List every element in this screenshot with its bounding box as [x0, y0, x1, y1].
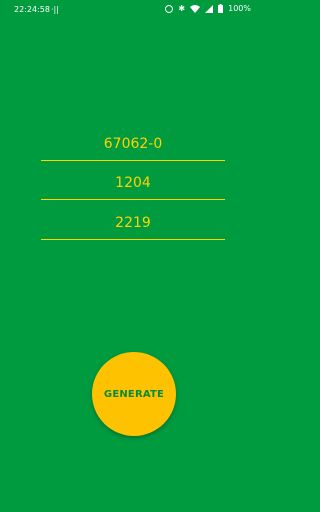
- battery-percent: 100%: [228, 4, 251, 13]
- wifi-icon: [190, 4, 201, 13]
- field-2[interactable]: 1204: [41, 166, 225, 200]
- signal-icon: [205, 4, 214, 13]
- field-3[interactable]: 2219: [41, 206, 225, 240]
- field-1[interactable]: 67062-0: [41, 127, 225, 161]
- status-indicator-icon: ⋅||: [51, 5, 59, 14]
- field-3-value: 2219: [115, 214, 151, 231]
- generate-button[interactable]: GENERATE: [92, 352, 176, 436]
- status-icons: ✱ 100%: [165, 4, 251, 13]
- field-1-value: 67062-0: [103, 135, 163, 152]
- bluetooth-icon: ✱: [178, 3, 186, 13]
- status-bar: 22:24:58 ⋅|| ✱ 100%: [0, 0, 267, 20]
- field-2-value: 1204: [115, 174, 151, 191]
- generate-button-label: GENERATE: [103, 388, 165, 400]
- status-time: 22:24:58: [14, 5, 50, 14]
- alarm-icon: [165, 4, 174, 13]
- battery-icon: [218, 4, 224, 13]
